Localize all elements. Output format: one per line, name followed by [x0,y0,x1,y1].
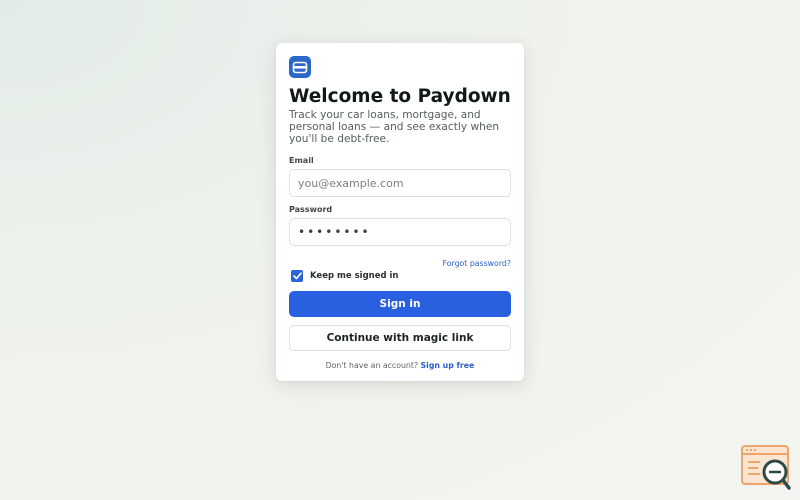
magic-link-button[interactable]: Continue with magic link [289,325,511,351]
password-label: Password [289,205,333,214]
email-label: Email [289,156,314,165]
signup-prompt: Don't have an account? [325,361,419,370]
app-logo [289,56,311,78]
page-subtitle: Track your car loans, mortgage, and pers… [289,109,500,145]
remember-me-label[interactable]: Keep me signed in [310,271,398,281]
corner-badge[interactable] [740,444,792,492]
car-icon [292,61,308,73]
email-field[interactable] [289,169,511,197]
remember-me-row: Keep me signed in [289,269,511,283]
signup-row: Don't have an account? Sign up free [289,361,511,370]
forgot-password-link[interactable]: Forgot password? [443,259,511,268]
sign-in-button[interactable]: Sign in [289,291,511,317]
login-card: Welcome to Paydown Track your car loans,… [276,43,524,381]
sign-up-link[interactable]: Sign up free [421,361,475,370]
check-icon [292,272,302,280]
search-icon [741,445,791,490]
password-field[interactable] [289,218,511,246]
page-title: Welcome to Paydown [289,86,511,107]
remember-me-checkbox[interactable] [291,270,303,282]
forgot-row: Forgot password? [289,251,511,268]
